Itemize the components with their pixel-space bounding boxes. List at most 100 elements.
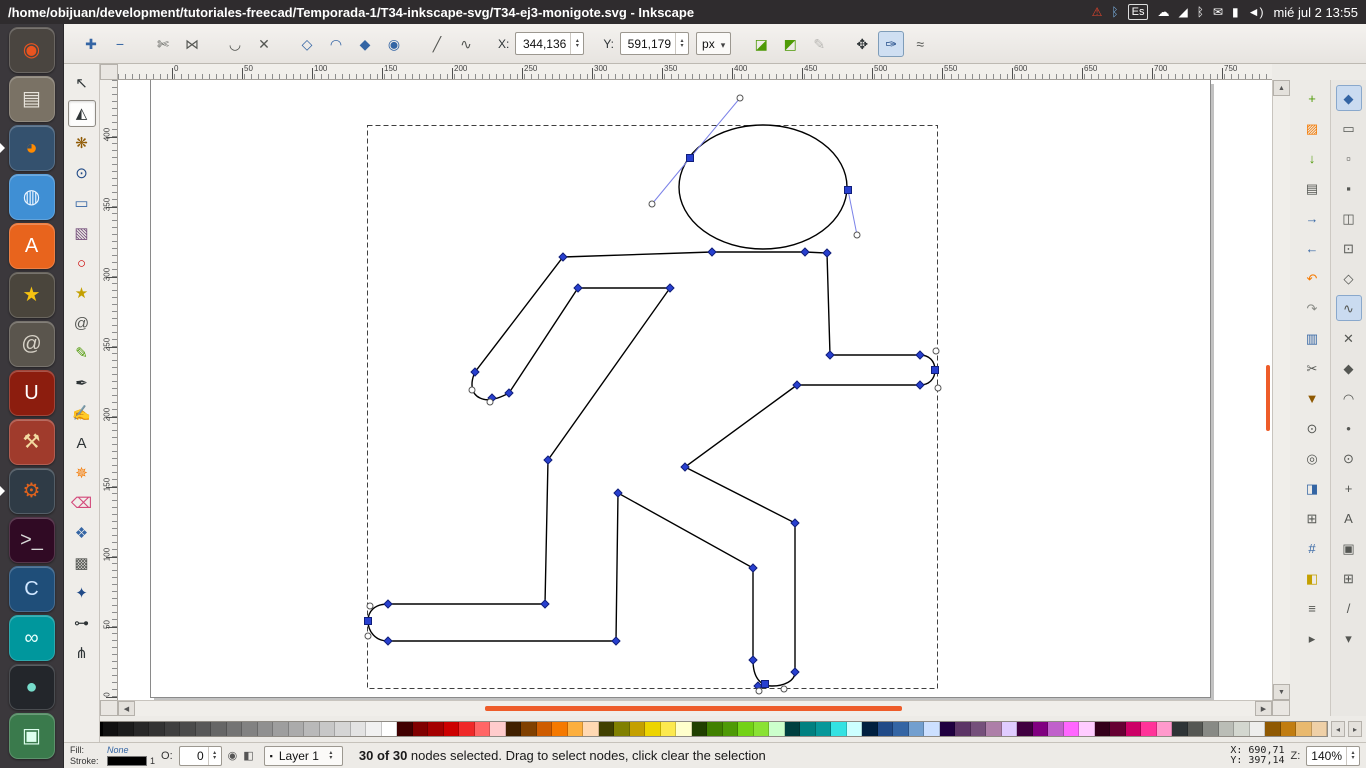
- color-swatch[interactable]: [1126, 722, 1142, 736]
- tool-selector[interactable]: ↖: [68, 70, 96, 97]
- tool-bucket[interactable]: ❖: [68, 520, 96, 547]
- battery-icon[interactable]: ▮: [1232, 1, 1239, 23]
- tool-3dbox[interactable]: ▧: [68, 220, 96, 247]
- color-swatch[interactable]: [397, 722, 413, 736]
- color-swatch[interactable]: [273, 722, 289, 736]
- color-swatch[interactable]: [103, 722, 119, 736]
- spinner-arrows-icon[interactable]: [675, 33, 688, 54]
- vertical-ruler[interactable]: 400350300250200150100500: [100, 80, 118, 700]
- volume-icon[interactable]: ◄): [1248, 1, 1264, 23]
- tool-calligraphy[interactable]: ✍: [68, 400, 96, 427]
- software-center[interactable]: A: [9, 223, 55, 269]
- color-swatch[interactable]: [924, 722, 940, 736]
- spiral-app[interactable]: @: [9, 321, 55, 367]
- vertical-scrollbar-thumb[interactable]: [1266, 365, 1270, 431]
- layer-lock-icon[interactable]: ◧: [243, 749, 253, 762]
- color-swatch[interactable]: [785, 722, 801, 736]
- scroll-left-icon[interactable]: [118, 701, 135, 716]
- color-swatch[interactable]: [304, 722, 320, 736]
- color-swatch[interactable]: [1234, 722, 1250, 736]
- spinner-arrows-icon[interactable]: [208, 747, 221, 765]
- tool-ellipse[interactable]: ○: [68, 250, 96, 277]
- corner-node-button[interactable]: ◇: [294, 31, 320, 57]
- color-swatch[interactable]: [1033, 722, 1049, 736]
- color-swatch[interactable]: [645, 722, 661, 736]
- color-swatch[interactable]: [909, 722, 925, 736]
- tool-spray[interactable]: ✵: [68, 460, 96, 487]
- color-swatch[interactable]: [754, 722, 770, 736]
- color-swatch[interactable]: [862, 722, 878, 736]
- color-swatch[interactable]: [211, 722, 227, 736]
- color-swatch[interactable]: [459, 722, 475, 736]
- paste-button[interactable]: ▼: [1299, 385, 1325, 411]
- color-swatch[interactable]: [1017, 722, 1033, 736]
- color-swatch[interactable]: [661, 722, 677, 736]
- node-x-input[interactable]: 344,136: [515, 32, 584, 55]
- tool-pencil[interactable]: ✎: [68, 340, 96, 367]
- vertical-scrollbar[interactable]: [1272, 80, 1290, 700]
- color-swatch[interactable]: [1095, 722, 1111, 736]
- snap-bbox-corner-button[interactable]: ▪: [1336, 175, 1362, 201]
- spinner-arrows-icon[interactable]: [570, 33, 583, 54]
- spinner-arrows-icon[interactable]: [1346, 747, 1359, 765]
- snap-page-button[interactable]: ▣: [1336, 535, 1362, 561]
- color-swatch[interactable]: [630, 722, 646, 736]
- delete-segment-button[interactable]: ✕: [251, 31, 277, 57]
- snap-intersection-button[interactable]: ✕: [1336, 325, 1362, 351]
- color-swatch[interactable]: [1281, 722, 1297, 736]
- insert-node-button[interactable]: ✚: [78, 31, 104, 57]
- color-swatch[interactable]: [955, 722, 971, 736]
- color-swatch[interactable]: [1219, 722, 1235, 736]
- duplicate-button[interactable]: ◨: [1299, 475, 1325, 501]
- color-swatch[interactable]: [521, 722, 537, 736]
- color-swatch[interactable]: [196, 722, 212, 736]
- color-swatch[interactable]: [568, 722, 584, 736]
- grid-button[interactable]: ⊞: [1299, 505, 1325, 531]
- edit-clip-button[interactable]: ◪: [748, 31, 774, 57]
- color-swatch[interactable]: [971, 722, 987, 736]
- cloud-icon[interactable]: ☁: [1157, 1, 1169, 23]
- color-swatch[interactable]: [242, 722, 258, 736]
- tool-tweak[interactable]: ❋: [68, 130, 96, 157]
- warning-icon[interactable]: ⚠: [1092, 1, 1103, 23]
- color-swatch[interactable]: [769, 722, 785, 736]
- color-swatch[interactable]: [444, 722, 460, 736]
- snap-rotation-center-button[interactable]: +: [1336, 475, 1362, 501]
- snap-center-button[interactable]: ⊙: [1336, 445, 1362, 471]
- snap-guide-button[interactable]: /: [1336, 595, 1362, 621]
- smooth-node-button[interactable]: ◠: [323, 31, 349, 57]
- undo-button[interactable]: ↶: [1299, 265, 1325, 291]
- color-swatch[interactable]: [552, 722, 568, 736]
- color-swatch[interactable]: [1048, 722, 1064, 736]
- color-swatch[interactable]: [1296, 722, 1312, 736]
- tool-gradient[interactable]: ▩: [68, 550, 96, 577]
- color-swatch[interactable]: [1079, 722, 1095, 736]
- stroke-swatch[interactable]: [107, 756, 147, 766]
- scroll-right-icon[interactable]: [1255, 701, 1272, 716]
- color-swatch[interactable]: [599, 722, 615, 736]
- color-swatch[interactable]: [692, 722, 708, 736]
- symmetric-node-button[interactable]: ◆: [352, 31, 378, 57]
- color-swatch[interactable]: [1203, 722, 1219, 736]
- snap-nodes-button[interactable]: ◇: [1336, 265, 1362, 291]
- snap-cusp-button[interactable]: ◆: [1336, 355, 1362, 381]
- tool-dropper[interactable]: ✦: [68, 580, 96, 607]
- color-swatch[interactable]: [707, 722, 723, 736]
- color-swatch[interactable]: [893, 722, 909, 736]
- zoom-page-button[interactable]: ⊙: [1299, 415, 1325, 441]
- bluetooth-icon[interactable]: ᛒ: [1197, 1, 1204, 23]
- tool-star[interactable]: ★: [68, 280, 96, 307]
- color-swatch[interactable]: [506, 722, 522, 736]
- edit-mask-button[interactable]: ◩: [777, 31, 803, 57]
- more-button[interactable]: ▸: [1299, 625, 1325, 651]
- tool-diagram[interactable]: ⋔: [68, 640, 96, 667]
- toolbox-app[interactable]: ⚒: [9, 419, 55, 465]
- palette-scroll-right-icon[interactable]: ▸: [1348, 721, 1362, 737]
- zoom-input[interactable]: 140%: [1306, 746, 1360, 766]
- dash-home[interactable]: ◉: [9, 27, 55, 73]
- canvas[interactable]: [118, 80, 1272, 700]
- zoom-drawing-button[interactable]: ◎: [1299, 445, 1325, 471]
- tool-connector[interactable]: ⊶: [68, 610, 96, 637]
- snap-bbox-edge-button[interactable]: ▫: [1336, 145, 1362, 171]
- horizontal-ruler[interactable]: 0501001502002503003504004505005506006507…: [118, 64, 1272, 80]
